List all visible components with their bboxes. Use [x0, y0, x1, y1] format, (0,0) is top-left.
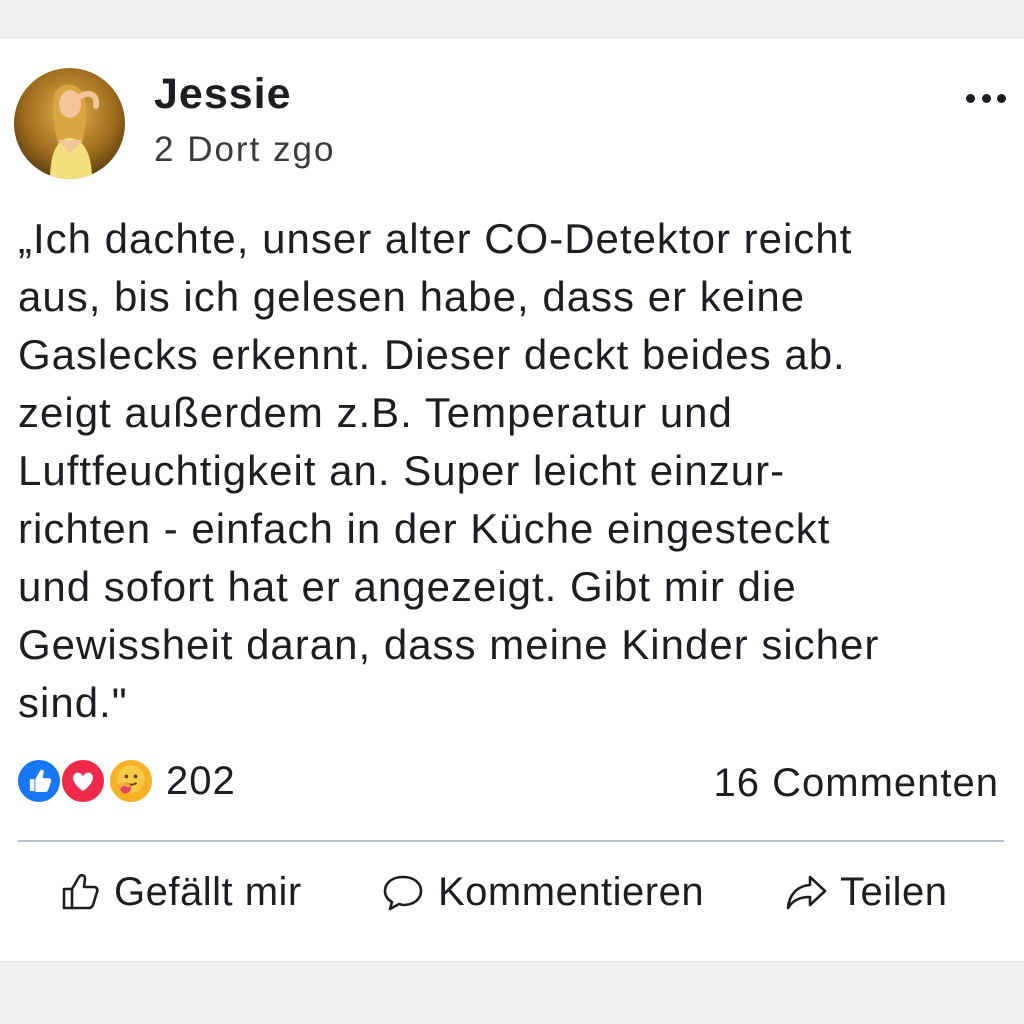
comment-button-label: Kommentieren [438, 869, 705, 914]
author-name[interactable]: Jessie [154, 68, 292, 120]
divider [18, 840, 1004, 842]
post-card: Jessie 2 Dort zgo „Ich dachte, unser alt… [0, 37, 1024, 962]
care-icon [108, 758, 154, 804]
comments-count[interactable]: 16 Commenten [714, 757, 999, 809]
more-dot [997, 93, 1006, 103]
avatar-photo [14, 68, 125, 179]
share-arrow-icon [784, 871, 828, 913]
comment-button[interactable]: Kommentieren [380, 862, 704, 922]
like-icon [16, 758, 62, 804]
reaction-count: 202 [166, 758, 236, 803]
post-text: „Ich dachte, unser alter CO-Detektor rei… [18, 215, 880, 726]
post-actions: Gefällt mir Kommentieren Teilen [0, 862, 1024, 942]
page-background: Jessie 2 Dort zgo „Ich dachte, unser alt… [0, 0, 1024, 1024]
share-button[interactable]: Teilen [784, 862, 948, 922]
like-button[interactable]: Gefällt mir [60, 862, 302, 922]
reactions-summary[interactable]: 202 [16, 753, 236, 809]
like-button-label: Gefällt mir [114, 869, 302, 914]
post-timestamp[interactable]: 2 Dort zgo [154, 128, 335, 172]
more-dot [981, 93, 991, 103]
share-button-label: Teilen [840, 869, 948, 914]
love-icon [60, 758, 106, 804]
comment-bubble-icon [380, 871, 426, 913]
reaction-icons [16, 756, 160, 806]
thumbs-up-icon [60, 871, 102, 913]
more-dot [966, 93, 975, 103]
avatar[interactable] [14, 68, 125, 179]
more-options-icon[interactable] [966, 86, 1006, 110]
